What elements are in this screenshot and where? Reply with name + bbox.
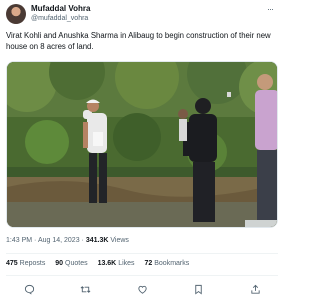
bookmarks-label: Bookmarks	[154, 260, 190, 267]
meta-separator: ·	[81, 237, 84, 244]
divider	[6, 275, 278, 276]
reply-button[interactable]	[22, 282, 36, 296]
likes-label: Likes	[118, 260, 135, 267]
reposts-count: 475	[6, 260, 18, 267]
stat-reposts[interactable]: 475 Reposts	[6, 260, 47, 267]
quotes-label: Quotes	[65, 260, 88, 267]
more-icon[interactable]: ···	[263, 5, 277, 15]
like-icon	[137, 285, 147, 294]
tweet-header: Mufaddal Vohra @mufaddal_vohra ···	[6, 4, 277, 26]
author-info[interactable]: Mufaddal Vohra @mufaddal_vohra	[31, 4, 90, 24]
share-button[interactable]	[248, 282, 262, 296]
author-handle[interactable]: @mufaddal_vohra	[31, 14, 90, 24]
stat-quotes[interactable]: 90 Quotes	[55, 260, 89, 267]
action-bar	[22, 282, 262, 296]
bookmark-button[interactable]	[192, 282, 206, 296]
reposts-label: Reposts	[19, 260, 46, 267]
photo-scene	[7, 62, 277, 227]
divider	[6, 253, 278, 254]
like-button[interactable]	[135, 282, 149, 296]
repost-icon	[80, 285, 91, 293]
author-display-name[interactable]: Mufaddal Vohra	[31, 4, 90, 14]
tweet-media-image[interactable]	[6, 61, 278, 228]
tweet-date[interactable]: Aug 14, 2023	[38, 237, 80, 244]
reply-icon	[24, 284, 34, 294]
tweet-card: Mufaddal Vohra @mufaddal_vohra ··· Virat…	[0, 0, 283, 300]
bookmark-icon	[195, 284, 202, 295]
views-label: Views	[110, 237, 129, 244]
quotes-count: 90	[55, 260, 64, 267]
likes-count: 13.6K	[97, 260, 117, 267]
engagement-stats: 475 Reposts 90 Quotes 13.6K Likes 72 Boo…	[6, 259, 197, 269]
tweet-meta: 1:43 PM · Aug 14, 2023 · 341.3K Views	[6, 236, 129, 246]
bookmarks-count: 72	[144, 260, 153, 267]
repost-button[interactable]	[79, 282, 93, 296]
share-icon	[250, 284, 260, 294]
views-count[interactable]: 341.3K	[86, 237, 109, 244]
tweet-text: Virat Kohli and Anushka Sharma in Alibau…	[6, 31, 271, 51]
avatar[interactable]	[6, 4, 26, 24]
tweet-time[interactable]: 1:43 PM	[6, 237, 32, 244]
meta-separator: ·	[34, 237, 37, 244]
stat-likes[interactable]: 13.6K Likes	[98, 260, 137, 267]
stat-bookmarks[interactable]: 72 Bookmarks	[145, 260, 190, 267]
